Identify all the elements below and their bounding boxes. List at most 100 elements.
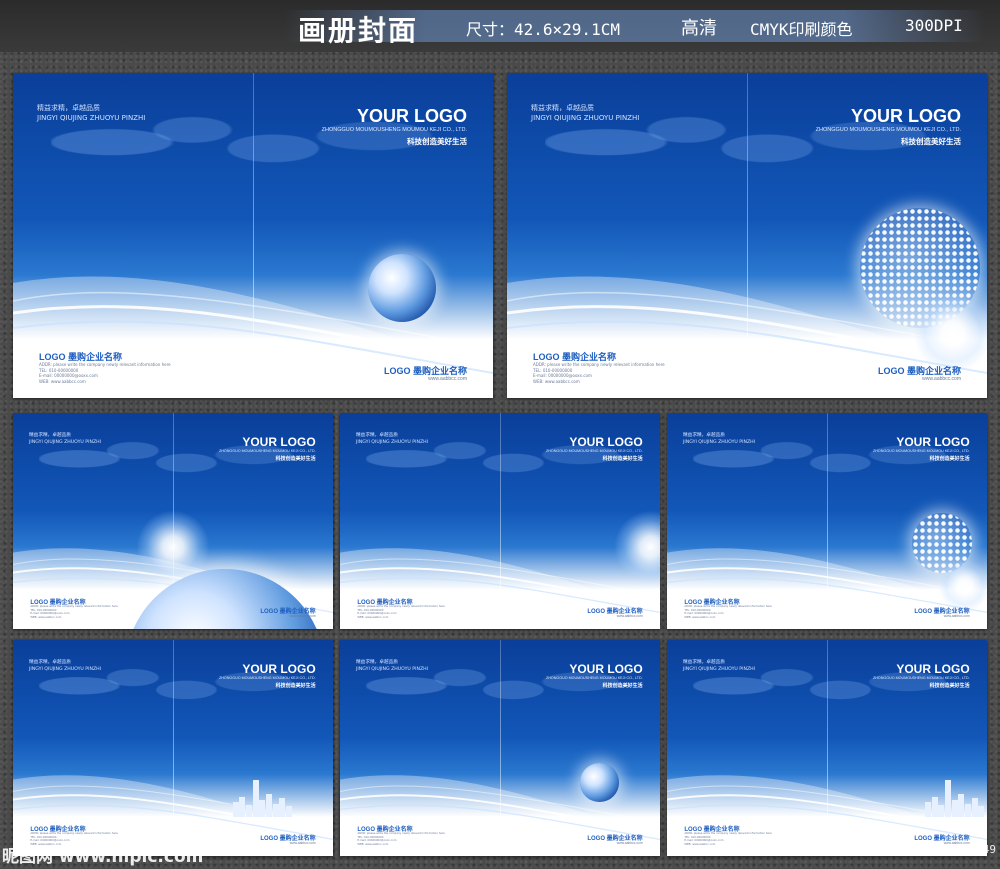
cover-logo: YOUR LOGO — [850, 106, 961, 126]
city-skyline — [951, 799, 958, 818]
back-address: ADDR: please write the company newly rel… — [39, 362, 171, 384]
city-skyline — [259, 799, 266, 818]
city-skyline — [945, 780, 951, 818]
address-line: WEB: www.aabbcc.com — [357, 616, 389, 620]
slogan-pinyin: JINGYI QIUJING ZHUOYU PINZHI — [531, 114, 640, 122]
center-fold — [747, 73, 748, 398]
header-bar: 画册封面 尺寸：42.6×29.1CM 高清 CMYK印刷颜色 300DPI — [0, 0, 1000, 52]
city-skyline — [239, 797, 246, 818]
city-skyline — [252, 780, 259, 818]
company-name-en: ZHONGGUO MOUMOUSHENG MOUMOU KEJI CO., LT… — [321, 127, 467, 133]
city-skyline — [279, 798, 286, 818]
slogan-pinyin: JINGYI QIUJING ZHUOYU PINZHI — [356, 666, 429, 672]
company-name-en: ZHONGGUO MOUMOUSHENG MOUMOU KEJI CO., LT… — [815, 127, 961, 133]
slogan-cn: 精益求精，卓越品质 — [29, 433, 71, 438]
slogan-cn: 精益求精，卓越品质 — [29, 660, 71, 665]
city-skyline — [938, 805, 945, 818]
header-size: 尺寸：42.6×29.1CM — [466, 20, 620, 39]
city-skyline — [925, 802, 931, 818]
city-skyline — [272, 803, 279, 818]
brochure-cover[interactable]: 精益求精，卓越品质 JINGYI QIUJING ZHUOYU PINZHI YOU… — [13, 413, 333, 629]
globe-graphic — [579, 763, 619, 802]
header-title: 画册封面 — [298, 14, 419, 47]
brochure-cover[interactable]: 精益求精，卓越品质 JINGYI QIUJING ZHUOYU PINZHI YOU… — [13, 73, 493, 398]
slogan-cn: 精益求精，卓越品质 — [683, 433, 725, 438]
cover-slogan: 精益求精，卓越品质 JINGYI QIUJING ZHUOYU PINZHI — [37, 103, 145, 123]
company-name-en: ZHONGGUO MOUMOUSHENG MOUMOU KEJI CO., LT… — [873, 676, 970, 680]
address-line: ADDR: please write the company newly rel… — [533, 362, 665, 367]
company-name-en: ZHONGGUO MOUMOUSHENG MOUMOU KEJI CO., LT… — [219, 449, 316, 453]
city-skyline — [285, 806, 292, 818]
city-skyline — [958, 794, 965, 818]
cover-slogan: 精益求精，卓越品质 JINGYI QIUJING ZHUOYU PINZHI — [683, 660, 755, 673]
front-website: www.aabbcc.com — [289, 614, 316, 619]
globe-graphic — [367, 253, 436, 322]
back-address: ADDR: please write the company newly rel… — [684, 605, 771, 620]
back-address: ADDR: please write the company newly rel… — [30, 605, 117, 620]
front-website: www.aabbcc.com — [943, 614, 970, 619]
center-fold — [827, 413, 828, 629]
address-line: WEB: www.aabbcc.com — [39, 378, 86, 384]
cover-tagline: 科技创造美好生活 — [929, 456, 970, 462]
back-address: ADDR: please write the company newly rel… — [533, 362, 665, 384]
slogan-pinyin: JINGYI QIUJING ZHUOYU PINZHI — [356, 439, 429, 445]
front-website: www.aabbcc.com — [922, 376, 961, 382]
header-quality: 高清 — [681, 18, 717, 39]
light-flare — [913, 293, 987, 373]
address-line: WEB: www.aabbcc.com — [684, 616, 716, 620]
company-name-en: ZHONGGUO MOUMOUSHENG MOUMOU KEJI CO., LT… — [219, 676, 316, 680]
center-fold — [173, 640, 174, 856]
slogan-pinyin: JINGYI QIUJING ZHUOYU PINZHI — [683, 666, 756, 672]
cover-tagline: 科技创造美好生活 — [275, 683, 316, 689]
cover-slogan: 精益求精，卓越品质 JINGYI QIUJING ZHUOYU PINZHI — [356, 433, 428, 446]
slogan-cn: 精益求精，卓越品质 — [683, 660, 725, 665]
city-skyline — [978, 806, 985, 818]
address-line: WEB: www.aabbcc.com — [357, 843, 389, 847]
cover-slogan: 精益求精，卓越品质 JINGYI QIUJING ZHUOYU PINZHI — [29, 660, 101, 673]
front-website: www.aabbcc.com — [616, 841, 643, 846]
cover-slogan: 精益求精，卓越品质 JINGYI QIUJING ZHUOYU PINZHI — [683, 433, 755, 446]
cover-logo: YOUR LOGO — [896, 435, 970, 449]
cover-tagline: 科技创造美好生活 — [929, 683, 970, 689]
center-fold — [827, 640, 828, 856]
slogan-pinyin: JINGYI QIUJING ZHUOYU PINZHI — [37, 114, 146, 122]
back-address: ADDR: please write the company newly rel… — [357, 832, 444, 847]
back-address: ADDR: please write the company newly rel… — [357, 605, 444, 620]
company-name-en: ZHONGGUO MOUMOUSHENG MOUMOU KEJI CO., LT… — [546, 449, 643, 453]
slogan-pinyin: JINGYI QIUJING ZHUOYU PINZHI — [29, 666, 102, 672]
slogan-pinyin: JINGYI QIUJING ZHUOYU PINZHI — [683, 439, 756, 445]
cover-tagline: 科技创造美好生活 — [407, 137, 467, 146]
address-line: ADDR: please write the company newly rel… — [39, 362, 171, 367]
cover-slogan: 精益求精，卓越品质 JINGYI QIUJING ZHUOYU PINZHI — [356, 660, 428, 673]
company-name-en: ZHONGGUO MOUMOUSHENG MOUMOU KEJI CO., LT… — [873, 449, 970, 453]
cover-logo: YOUR LOGO — [569, 662, 643, 676]
cover-slogan: 精益求精，卓越品质 JINGYI QIUJING ZHUOYU PINZHI — [29, 433, 101, 446]
brochure-cover[interactable]: 精益求精，卓越品质 JINGYI QIUJING ZHUOYU PINZHI YOU… — [13, 640, 333, 856]
back-address: ADDR: please write the company newly rel… — [684, 832, 771, 847]
brochure-cover[interactable]: 精益求精，卓越品质 JINGYI QIUJING ZHUOYU PINZHI YOU… — [507, 73, 987, 398]
cover-slogan: 精益求精，卓越品质 JINGYI QIUJING ZHUOYU PINZHI — [531, 103, 639, 123]
header-color-mode: CMYK印刷颜色 — [750, 20, 853, 39]
watermark-id: ID:5849568 NO:20140224234957022349 — [770, 843, 996, 856]
watermark-site: 昵图网 www.nipic.com — [2, 847, 204, 867]
light-flare — [937, 559, 987, 613]
front-website: www.aabbcc.com — [428, 376, 467, 382]
cover-tagline: 科技创造美好生活 — [602, 683, 643, 689]
city-skyline — [931, 797, 938, 818]
cover-tagline: 科技创造美好生活 — [275, 456, 316, 462]
center-fold — [500, 413, 501, 629]
slogan-cn: 精益求精，卓越品质 — [531, 104, 594, 112]
brochure-cover[interactable]: 精益求精，卓越品质 JINGYI QIUJING ZHUOYU PINZHI YOU… — [340, 640, 660, 856]
brochure-cover[interactable]: 精益求精，卓越品质 JINGYI QIUJING ZHUOYU PINZHI YOU… — [340, 413, 660, 629]
slogan-pinyin: JINGYI QIUJING ZHUOYU PINZHI — [29, 439, 102, 445]
cover-logo: YOUR LOGO — [242, 435, 316, 449]
cover-tagline: 科技创造美好生活 — [901, 137, 961, 146]
slogan-cn: 精益求精，卓越品质 — [37, 104, 100, 112]
city-skyline — [265, 794, 272, 818]
address-line: WEB: www.aabbcc.com — [30, 616, 62, 620]
brochure-cover[interactable]: 精益求精，卓越品质 JINGYI QIUJING ZHUOYU PINZHI YOU… — [667, 640, 987, 856]
slogan-cn: 精益求精，卓越品质 — [356, 660, 398, 665]
address-line: WEB: www.aabbcc.com — [533, 378, 580, 384]
brochure-cover[interactable]: 精益求精，卓越品质 JINGYI QIUJING ZHUOYU PINZHI YOU… — [667, 413, 987, 629]
city-skyline — [971, 798, 978, 818]
